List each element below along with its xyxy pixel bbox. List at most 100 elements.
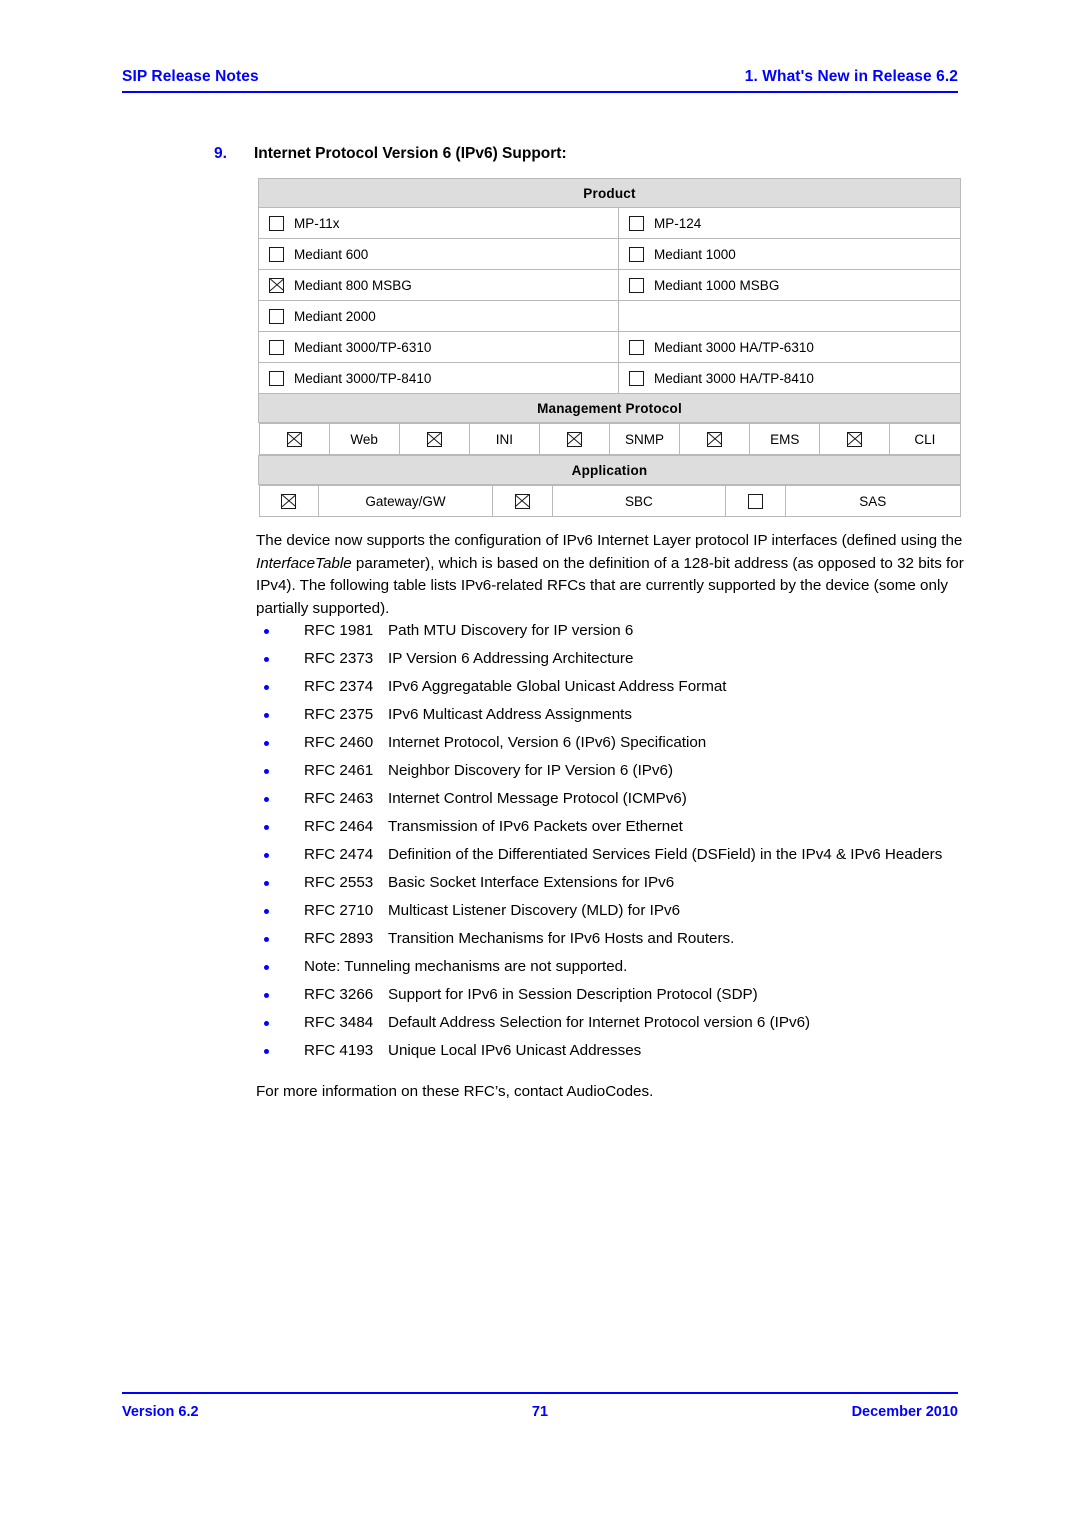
application-band-row: Application	[258, 455, 961, 485]
checkbox-unchecked-icon[interactable]	[629, 370, 644, 386]
bullet-dot-icon	[264, 965, 269, 970]
application-inner-table: Gateway/GW SBC SAS	[258, 485, 961, 517]
rfc-title: Unique Local IPv6 Unicast Addresses	[388, 1042, 642, 1059]
product-label: Mediant 1000	[654, 246, 736, 262]
checkbox-unchecked-icon[interactable]	[629, 215, 644, 231]
table-row: Mediant 3000/TP-6310 Mediant 3000 HA/TP-…	[258, 331, 961, 363]
list-item: RFC 2375 IPv6 Multicast Address Assignmen…	[256, 704, 982, 726]
checkbox-unchecked-icon[interactable]	[269, 215, 284, 231]
rfc-bullet-list: RFC 1981 Path MTU Discovery for IP versio…	[256, 620, 982, 1068]
checkbox-checked-icon[interactable]	[847, 431, 863, 447]
mgmt-checkbox-web[interactable]	[258, 423, 330, 455]
rfc-title: Internet Protocol, Version 6 (IPv6) Spec…	[388, 734, 707, 751]
mgmt-label-ini: INI	[468, 423, 540, 455]
bullet-dot-icon	[264, 657, 269, 662]
support-matrix-table: Product MP-11x MP-124 Mediant 600 Median…	[258, 178, 961, 517]
bullet-dot-icon	[264, 853, 269, 858]
rfc-number: RFC 4193	[304, 1042, 374, 1059]
rfc-number: RFC 1981	[304, 622, 374, 639]
product-cell-mp-11x[interactable]: MP-11x	[258, 207, 619, 239]
rfc-number: RFC 2474	[304, 846, 374, 863]
paragraph-part-2: parameter), which is based on the defini…	[256, 554, 964, 617]
mgmt-checkbox-ems[interactable]	[679, 423, 751, 455]
rfc-number: RFC 2893	[304, 930, 374, 947]
checkbox-unchecked-icon[interactable]	[269, 246, 284, 262]
product-label: Mediant 1000 MSBG	[654, 277, 780, 293]
rfc-title: IPv6 Aggregatable Global Unicast Address…	[388, 678, 727, 695]
table-row: Mediant 3000/TP-8410 Mediant 3000 HA/TP-…	[258, 362, 961, 394]
checkbox-unchecked-icon[interactable]	[748, 493, 764, 509]
list-item: RFC 2474 Definition of the Differentiated…	[256, 844, 982, 866]
rfc-number: RFC 2375	[304, 706, 374, 723]
product-cell-mp-124[interactable]: MP-124	[618, 207, 961, 239]
checkbox-checked-icon[interactable]	[566, 431, 582, 447]
list-item: RFC 3266 Support for IPv6 in Session Desc…	[256, 984, 982, 1006]
rfc-title: Default Address Selection for Internet P…	[388, 1014, 811, 1031]
header-rule	[122, 91, 958, 93]
product-cell-mediant-3000-ha-tp-6310[interactable]: Mediant 3000 HA/TP-6310	[618, 331, 961, 363]
product-cell-empty	[618, 300, 961, 332]
checkbox-checked-icon[interactable]	[269, 277, 284, 293]
mgmt-checkbox-ini[interactable]	[398, 423, 470, 455]
product-cell-mediant-2000[interactable]: Mediant 2000	[258, 300, 619, 332]
rfc-number: RFC 2461	[304, 762, 374, 779]
table-row: Mediant 2000	[258, 300, 961, 332]
product-cell-mediant-600[interactable]: Mediant 600	[258, 238, 619, 270]
checkbox-checked-icon[interactable]	[281, 493, 297, 509]
checkbox-checked-icon[interactable]	[286, 431, 302, 447]
list-item: RFC 1981 Path MTU Discovery for IP versio…	[256, 620, 982, 642]
product-cell-mediant-800-msbg[interactable]: Mediant 800 MSBG	[258, 269, 619, 301]
checkbox-unchecked-icon[interactable]	[629, 246, 644, 262]
body-paragraph: The device now supports the configuratio…	[256, 530, 982, 620]
section-title: Internet Protocol Version 6 (IPv6) Suppo…	[254, 145, 567, 162]
product-cell-mediant-1000[interactable]: Mediant 1000	[618, 238, 961, 270]
rfc-number: RFC 3266	[304, 986, 374, 1003]
management-protocol-inner-table: Web INI SNMP EMS CLI	[258, 423, 961, 455]
checkbox-unchecked-icon[interactable]	[269, 308, 284, 324]
app-label-sbc: SBC	[551, 485, 727, 517]
table-row: Mediant 600 Mediant 1000	[258, 238, 961, 270]
app-checkbox-sas[interactable]	[725, 485, 786, 517]
bullet-dot-icon	[264, 881, 269, 886]
list-item: RFC 2710 Multicast Listener Discovery (ML…	[256, 900, 982, 922]
product-cell-mediant-3000-ha-tp-8410[interactable]: Mediant 3000 HA/TP-8410	[618, 362, 961, 394]
checkbox-checked-icon[interactable]	[707, 431, 723, 447]
product-cell-mediant-1000-msbg[interactable]: Mediant 1000 MSBG	[618, 269, 961, 301]
rfc-number: RFC 2463	[304, 790, 374, 807]
checkbox-unchecked-icon[interactable]	[629, 339, 644, 355]
product-label: MP-124	[654, 215, 702, 231]
product-label: Mediant 2000	[294, 308, 376, 324]
document-header: SIP Release Notes 1. What's New in Relea…	[122, 68, 958, 100]
list-item: RFC 2553 Basic Socket Interface Extension…	[256, 872, 982, 894]
product-label: Mediant 3000/TP-8410	[294, 370, 432, 386]
mgmt-label-snmp: SNMP	[608, 423, 681, 455]
rfc-title: Transition Mechanisms for IPv6 Hosts and…	[388, 930, 735, 947]
bullet-dot-icon	[264, 741, 269, 746]
product-band-row: Product	[258, 178, 961, 208]
product-cell-mediant-3000-tp-8410[interactable]: Mediant 3000/TP-8410	[258, 362, 619, 394]
table-row: MP-11x MP-124	[258, 207, 961, 239]
checkbox-unchecked-icon[interactable]	[269, 370, 284, 386]
checkbox-checked-icon[interactable]	[514, 493, 530, 509]
product-cell-mediant-3000-tp-6310[interactable]: Mediant 3000/TP-6310	[258, 331, 619, 363]
product-label: Mediant 3000/TP-6310	[294, 339, 432, 355]
application-row: Gateway/GW SBC SAS	[258, 484, 961, 517]
list-item: RFC 2463 Internet Control Message Protoco…	[256, 788, 982, 810]
mgmt-checkbox-snmp[interactable]	[538, 423, 610, 455]
rfc-title: IPv6 Multicast Address Assignments	[388, 706, 632, 723]
bullet-dot-icon	[264, 769, 269, 774]
rfc-title: Multicast Listener Discovery (MLD) for I…	[388, 902, 681, 919]
mgmt-checkbox-cli[interactable]	[819, 423, 891, 455]
rfc-title: Definition of the Differentiated Service…	[388, 846, 943, 863]
rfc-title: Transmission of IPv6 Packets over Ethern…	[388, 818, 683, 835]
product-label: Mediant 3000 HA/TP-8410	[654, 370, 814, 386]
product-label: Mediant 600	[294, 246, 369, 262]
app-checkbox-sbc[interactable]	[491, 485, 553, 517]
rfc-title: Neighbor Discovery for IP Version 6 (IPv…	[388, 762, 674, 779]
checkbox-checked-icon[interactable]	[426, 431, 442, 447]
section-number: 9.	[214, 145, 227, 162]
app-checkbox-gateway[interactable]	[258, 485, 320, 517]
checkbox-unchecked-icon[interactable]	[269, 339, 284, 355]
footer-page-number: 71	[531, 1404, 549, 1420]
checkbox-unchecked-icon[interactable]	[629, 277, 644, 293]
